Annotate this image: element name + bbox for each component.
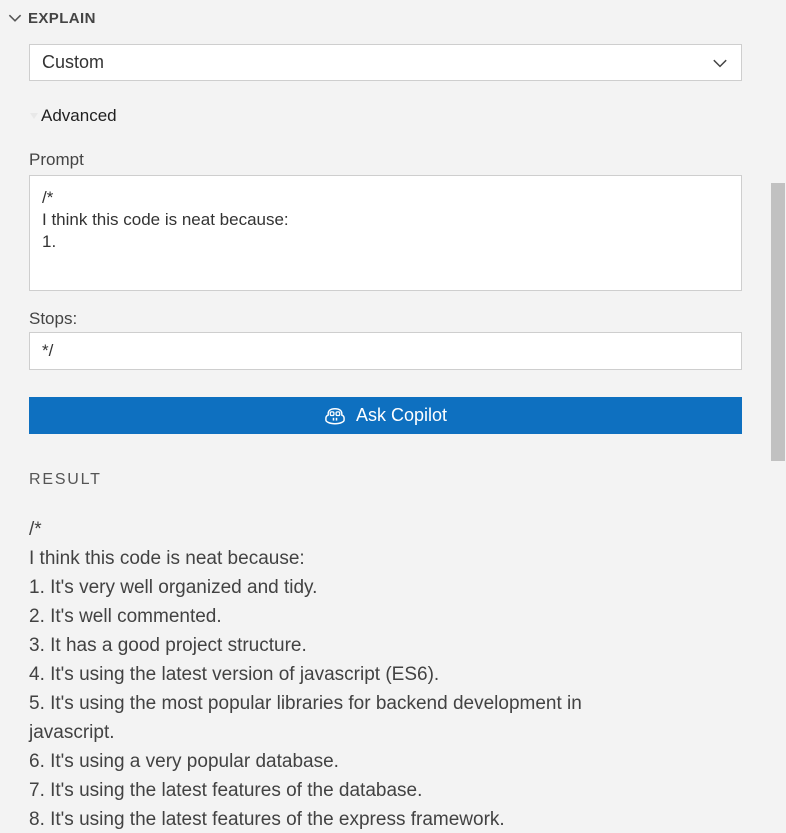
advanced-toggle[interactable]: Advanced	[29, 104, 117, 128]
mode-select[interactable]: Custom	[29, 44, 742, 81]
mode-select-value: Custom	[42, 52, 105, 72]
scrollbar-thumb[interactable]	[771, 183, 785, 461]
ask-copilot-button[interactable]: Ask Copilot	[29, 397, 742, 434]
chevron-down-icon[interactable]	[6, 9, 24, 27]
stops-input-value: */	[42, 341, 54, 360]
copilot-icon	[325, 407, 345, 424]
advanced-label: Advanced	[41, 106, 117, 125]
ask-copilot-label: Ask Copilot	[355, 405, 448, 425]
prompt-label: Prompt	[29, 150, 84, 169]
explain-panel: EXPLAIN Custom Advanced Prompt /* I thin…	[0, 0, 786, 833]
result-line: 4. It's using the latest version of java…	[29, 664, 440, 685]
result-line: 2. It's well commented.	[29, 606, 222, 627]
result-line: /*	[29, 519, 42, 540]
section-title: EXPLAIN	[28, 9, 96, 27]
result-list: /* I think this code is neat because: 1.…	[29, 515, 749, 833]
result-line: 7. It's using the latest features of the…	[29, 780, 423, 801]
result-line: 8. It's using the latest features of the…	[29, 809, 505, 830]
chevron-down-icon	[713, 59, 727, 67]
disclosure-triangle-icon	[30, 113, 38, 119]
result-line: 6. It's using a very popular database.	[29, 751, 339, 772]
result-heading: RESULT	[29, 471, 102, 488]
stops-label: Stops:	[29, 309, 78, 328]
explain-section-header[interactable]: EXPLAIN	[0, 0, 786, 36]
result-line: 5. It's using the most popular libraries…	[29, 693, 582, 743]
stops-input[interactable]: */	[29, 332, 742, 370]
prompt-textarea[interactable]: /* I think this code is neat because: 1.	[29, 175, 742, 291]
result-line: 3. It has a good project structure.	[29, 635, 307, 656]
result-line: I think this code is neat because:	[29, 548, 305, 569]
result-line: 1. It's very well organized and tidy.	[29, 577, 318, 598]
